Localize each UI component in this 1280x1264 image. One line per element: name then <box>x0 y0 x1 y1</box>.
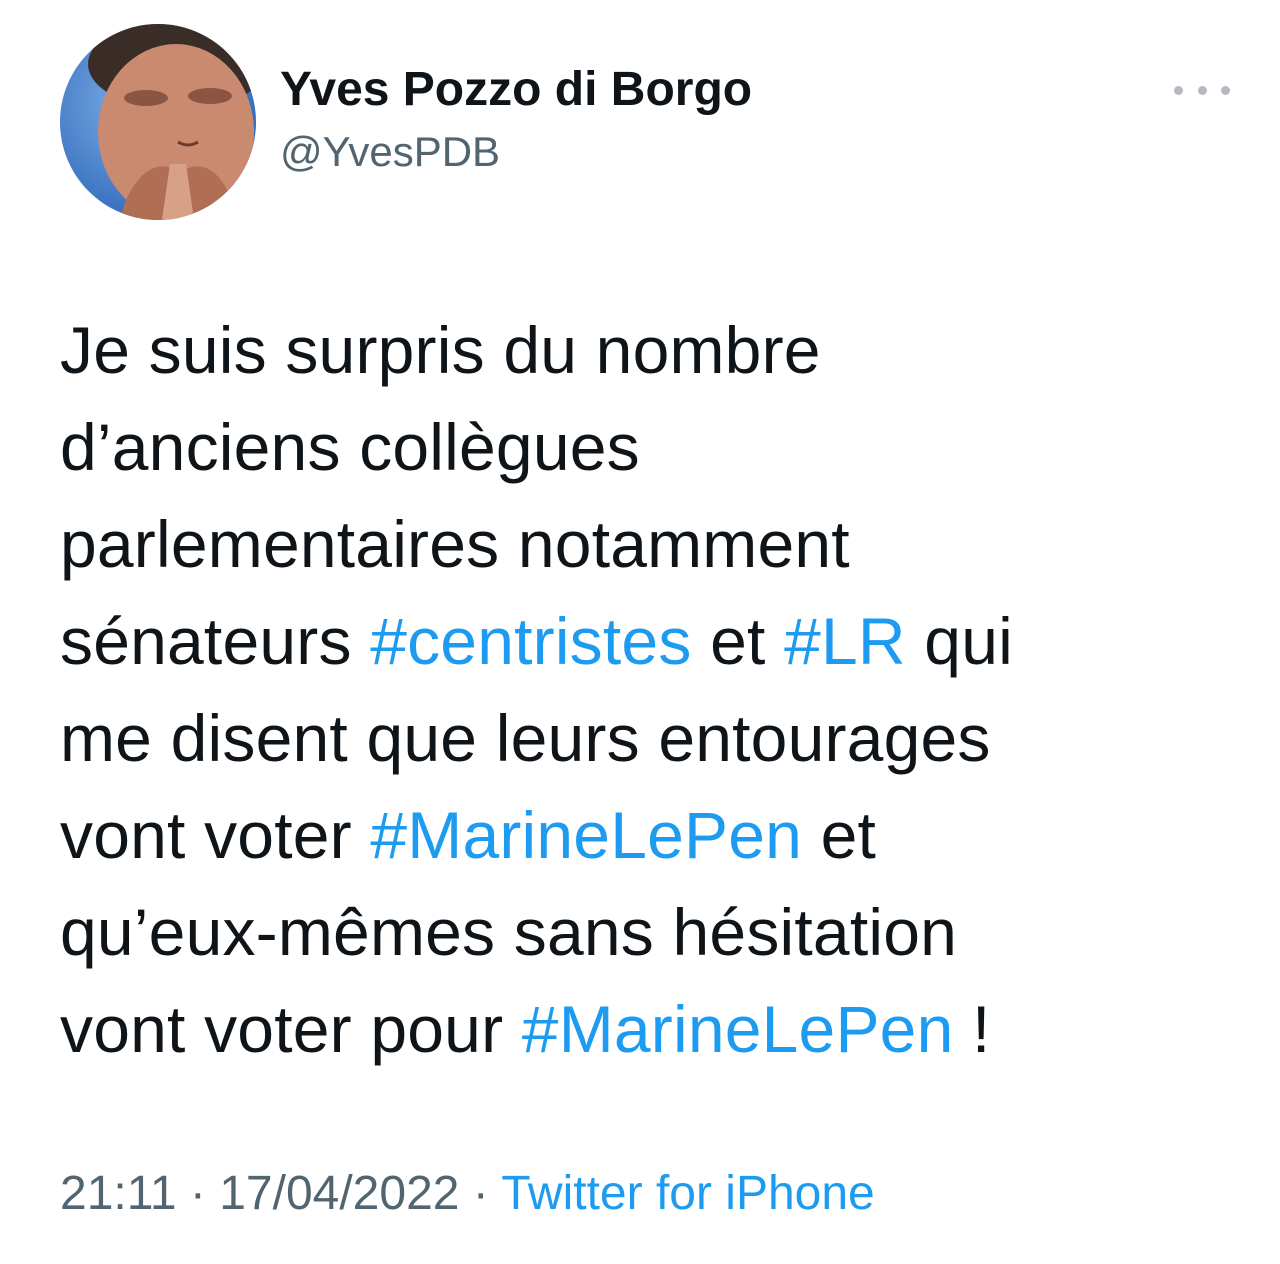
tweet-header: Yves Pozzo di Borgo @YvesPDB <box>60 24 1230 224</box>
avatar[interactable] <box>60 24 256 220</box>
tweet-text-segment: vont voter <box>60 798 371 872</box>
hashtag-link[interactable]: #centristes <box>370 604 691 678</box>
tweet-text-line: me disent que leurs entourages <box>60 690 1220 787</box>
more-horizontal-icon <box>1197 85 1207 95</box>
more-horizontal-icon <box>1221 85 1230 95</box>
tweet-text-segment: parlementaires notamment <box>60 507 850 581</box>
tweet-text-line: parlementaires notamment <box>60 496 1220 593</box>
tweet-text-segment: sénateurs <box>60 604 371 678</box>
tweet-text-segment: qu’eux-mêmes sans hésitation <box>60 895 958 969</box>
hashtag-link[interactable]: #MarineLePen <box>370 798 802 872</box>
avatar-photo <box>60 24 256 220</box>
tweet-text-segment: ! <box>953 992 991 1066</box>
tweet-text-segment: Je suis surpris du nombre <box>60 313 821 387</box>
tweet-source-link[interactable]: Twitter for iPhone <box>501 1167 875 1220</box>
tweet-time[interactable]: 21:11 <box>60 1167 177 1220</box>
author-identity[interactable]: Yves Pozzo di Borgo @YvesPDB <box>280 60 752 180</box>
tweet-text-line: Je suis surpris du nombre <box>60 302 1220 399</box>
hashtag-link[interactable]: #MarineLePen <box>522 992 954 1066</box>
tweet-text: Je suis surpris du nombre d’anciens collè… <box>60 302 1220 1078</box>
more-options-button[interactable] <box>1174 76 1230 104</box>
author-handle[interactable]: @YvesPDB <box>280 124 752 180</box>
tweet-text-segment: vont voter pour <box>60 992 522 1066</box>
tweet-text-segment: qui <box>905 604 1013 678</box>
tweet-text-line: vont voter #MarineLePen et <box>60 787 1220 884</box>
more-horizontal-icon <box>1174 85 1183 95</box>
tweet-text-line: sénateurs #centristes et #LR qui <box>60 593 1220 690</box>
tweet-meta: 21:11 · 17/04/2022 · Twitter for iPhone <box>60 1162 875 1226</box>
meta-separator: · <box>459 1167 502 1220</box>
tweet-text-line: vont voter pour #MarineLePen ! <box>60 981 1220 1078</box>
tweet-text-segment: et <box>802 798 877 872</box>
tweet-text-segment: me disent que leurs entourages <box>60 701 991 775</box>
meta-separator: · <box>176 1167 220 1220</box>
hashtag-link[interactable]: #LR <box>784 604 906 678</box>
tweet-text-line: qu’eux-mêmes sans hésitation <box>60 884 1220 981</box>
tweet-text-segment: d’anciens collègues <box>60 410 640 484</box>
tweet-text-line: d’anciens collègues <box>60 399 1220 496</box>
tweet-text-segment: et <box>691 604 785 678</box>
author-display-name[interactable]: Yves Pozzo di Borgo <box>280 60 752 120</box>
tweet-date[interactable]: 17/04/2022 <box>219 1167 459 1220</box>
